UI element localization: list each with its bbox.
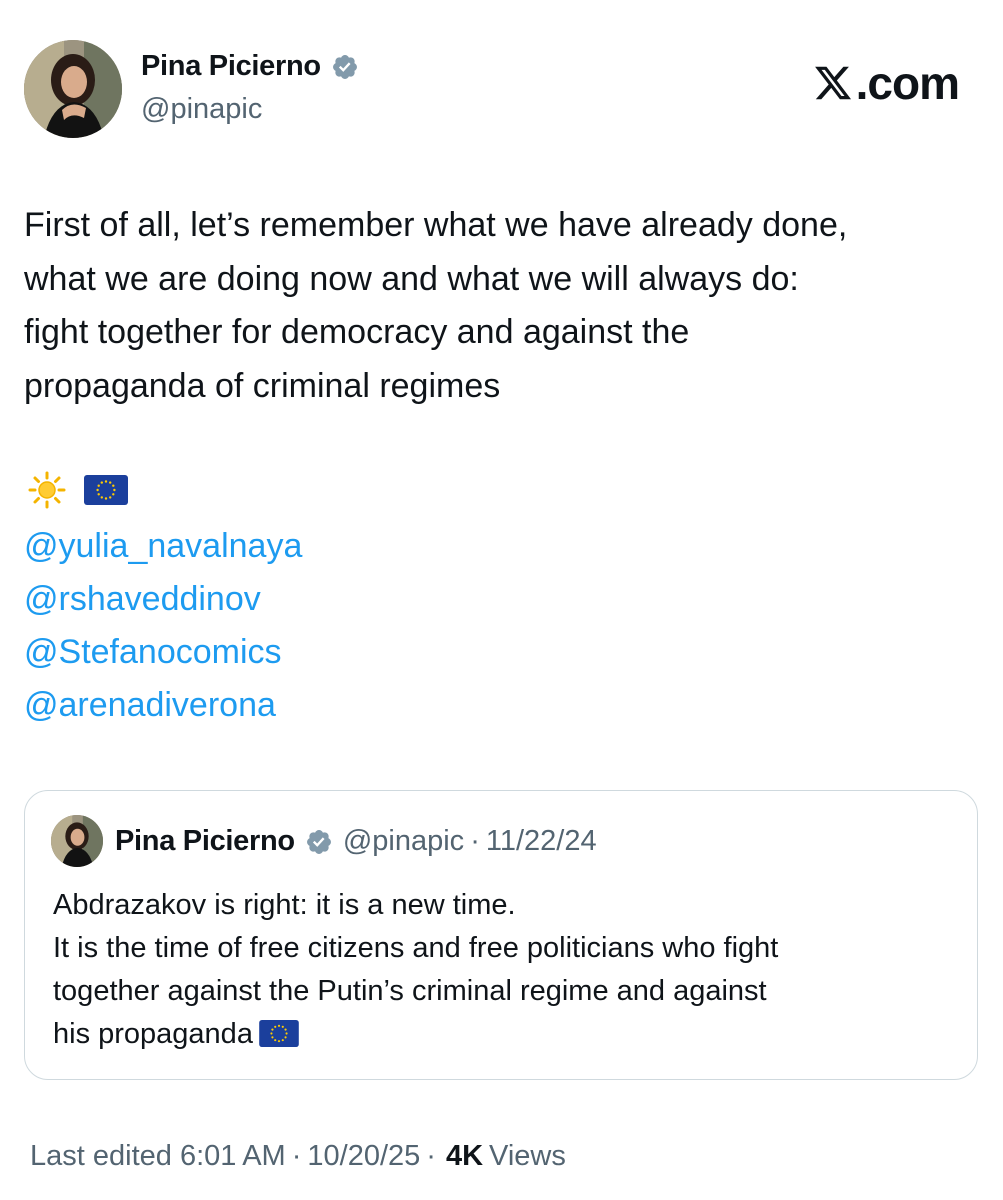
quoted-tweet[interactable]: Pina Picierno @pinapic · 11/22/24 Abdraz… [24,790,978,1080]
quote-header: Pina Picierno @pinapic · 11/22/24 [115,825,597,858]
footer-separator: · [426,1140,436,1172]
mention-link[interactable]: @arenadiverona [24,679,302,732]
quote-author-handle[interactable]: @pinapic [343,825,464,858]
tweet-text-line: First of all, let’s remember what we hav… [24,206,848,244]
views-count[interactable]: 4K [446,1140,483,1173]
author-avatar[interactable] [24,40,122,138]
mentions-list: @yulia_navalnaya @rshaveddinov @Stefanoc… [24,520,302,732]
mention-link[interactable]: @rshaveddinov [24,573,302,626]
verified-badge-icon [305,828,333,856]
tweet-text: First of all, let’s remember what we hav… [24,199,974,413]
mention-link[interactable]: @Stefanocomics [24,626,302,679]
tweet-footer: Last edited 6:01 AM · 10/20/25 · 4K View… [30,1140,566,1173]
quote-text-line: together against the Putin’s criminal re… [53,975,767,1007]
tweet-date[interactable]: 10/20/25 [307,1140,420,1173]
quote-text: Abdrazakov is right: it is a new time. I… [53,884,958,1060]
author-name[interactable]: Pina Picierno [141,50,359,83]
quote-date[interactable]: 11/22/24 [486,825,597,858]
x-brand-logo: .com [812,56,960,110]
tweet-text-line: what we are doing now and what we will a… [24,259,799,298]
quote-text-line: his propaganda [53,1018,253,1050]
eu-flag-icon [84,475,128,510]
author-handle[interactable]: @pinapic [141,93,262,126]
brand-label: .com [855,57,960,109]
quote-author-avatar[interactable] [51,815,103,867]
tweet-text-line: propaganda of criminal regimes [24,366,501,405]
mention-link[interactable]: @yulia_navalnaya [24,520,302,573]
last-edited-label[interactable]: Last edited 6:01 AM [30,1140,286,1173]
quote-text-line-last: his propaganda [53,1013,958,1060]
quote-separator: · [470,825,480,857]
quote-text-line: Abdrazakov is right: it is a new time. [53,889,516,921]
author-name-text[interactable]: Pina Picierno [141,50,321,83]
quote-text-line: It is the time of free citizens and free… [53,932,779,964]
emoji-row [28,471,128,514]
verified-badge-icon [331,53,359,81]
x-logo-icon [812,63,856,103]
eu-flag-icon [259,1017,299,1060]
quote-author-name[interactable]: Pina Picierno [115,825,295,858]
tweet-text-line: fight together for democracy and against… [24,313,690,351]
sun-icon [28,471,66,514]
views-label[interactable]: Views [489,1140,566,1173]
footer-separator: · [291,1140,302,1172]
